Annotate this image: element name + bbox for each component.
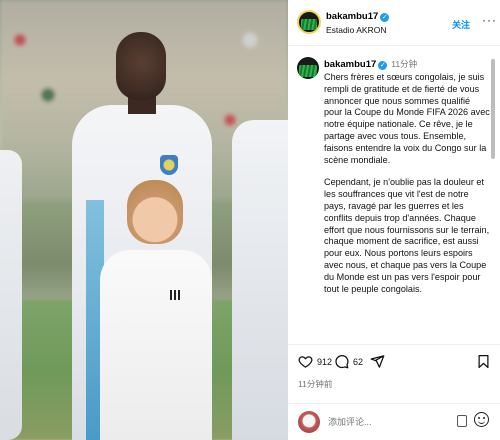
add-comment-bar bbox=[288, 403, 500, 440]
follow-button[interactable]: 关注 bbox=[452, 18, 470, 31]
save-button[interactable] bbox=[476, 354, 495, 369]
caption-avatar[interactable] bbox=[297, 57, 319, 79]
mascot-child-head bbox=[127, 180, 183, 244]
comment-input[interactable] bbox=[328, 413, 458, 431]
avatar[interactable] bbox=[297, 10, 321, 34]
caption-text: Chers frères et sœurs congolais, je suis… bbox=[324, 72, 490, 306]
emoji-icon[interactable] bbox=[474, 412, 489, 427]
share-icon bbox=[370, 355, 385, 368]
verified-icon: ✓ bbox=[378, 61, 388, 70]
location-link[interactable]: Estadio AKRON bbox=[326, 25, 386, 35]
caption-username[interactable]: bakambu17 bbox=[324, 59, 376, 70]
bookmark-icon bbox=[478, 354, 489, 369]
like-button[interactable]: 912 bbox=[298, 354, 332, 369]
verified-icon: ✓ bbox=[380, 13, 390, 22]
caption-area: bakambu17 ✓ 11分钟 Chers frères et sœurs con… bbox=[288, 47, 500, 344]
caption-paragraph-2: Cependant, je n'oublie pas la douleur et… bbox=[324, 177, 490, 294]
more-options-icon[interactable]: ··· bbox=[482, 13, 497, 27]
kit-logo bbox=[170, 290, 182, 300]
caption-header: bakambu17 ✓ 11分钟 bbox=[324, 58, 417, 70]
player-left-edge bbox=[0, 150, 22, 440]
post-panel: bakambu17 ✓ Estadio AKRON 关注 ··· bakambu1… bbox=[288, 0, 500, 440]
team-crest bbox=[160, 155, 178, 175]
like-count: 912 bbox=[317, 356, 333, 367]
gif-icon[interactable] bbox=[457, 415, 467, 427]
post-header: bakambu17 ✓ Estadio AKRON 关注 ··· bbox=[288, 0, 500, 46]
action-bar: 912 62 bbox=[288, 344, 500, 380]
post-timestamp: 11分钟前 bbox=[298, 379, 333, 389]
player-head bbox=[116, 32, 166, 100]
caption-paragraph-1: Chers frères et sœurs congolais, je suis… bbox=[324, 72, 490, 165]
current-user-avatar bbox=[298, 411, 320, 433]
post-photo[interactable] bbox=[0, 0, 288, 440]
header-username[interactable]: bakambu17 ✓ bbox=[326, 11, 390, 22]
comment-count: 62 bbox=[353, 356, 364, 367]
mascot-child-shirt bbox=[100, 250, 212, 440]
comment-icon bbox=[335, 355, 349, 369]
comment-button[interactable]: 62 bbox=[334, 354, 363, 369]
share-button[interactable] bbox=[370, 354, 389, 369]
heart-icon bbox=[298, 356, 313, 368]
scrollbar[interactable] bbox=[491, 59, 495, 159]
post-time: 11分钟 bbox=[391, 59, 418, 69]
player-right-edge bbox=[232, 120, 288, 440]
